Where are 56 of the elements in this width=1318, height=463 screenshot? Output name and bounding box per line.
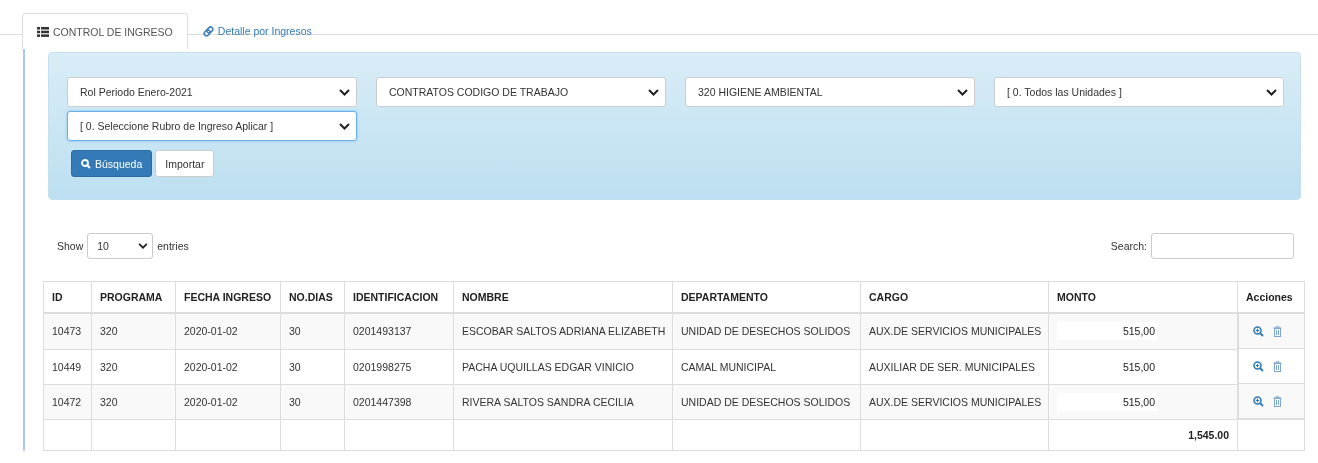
dropdown[interactable]: 320 HIGIENE AMBIENTAL [685, 77, 975, 107]
table-cell: 30 [280, 349, 345, 384]
total-amount: 1,545.00 [1048, 419, 1238, 451]
chevron-icon [339, 122, 350, 130]
dropdown[interactable]: CONTRATOS CODIGO DE TRABAJO [376, 77, 666, 107]
table-cell: 10449 [43, 349, 92, 384]
amount-field[interactable]: 515,00 [1057, 392, 1157, 411]
table-cell: AUX.DE SERVICIOS MUNICIPALES [860, 384, 1049, 420]
table-cell: UNIDAD DE DESECHOS SOLIDOS [672, 313, 861, 349]
table-cell: UNIDAD DE DESECHOS SOLIDOS [672, 384, 861, 420]
table-cell: RIVERA SALTOS SANDRA CECILIA [453, 384, 673, 420]
dropdown[interactable]: [ 0. Todos las Unidades ] [994, 77, 1284, 107]
table-cell: 2020-01-02 [175, 349, 281, 384]
search-icon [81, 158, 91, 169]
table-cell: 320 [91, 313, 176, 349]
chevron-icon [339, 88, 350, 96]
chevron-icon [957, 88, 968, 96]
link-icon [202, 25, 214, 37]
table-cell: ESCOBAR SALTOS ADRIANA ELIZABETH [453, 313, 673, 349]
dropdown[interactable]: [ 0. Seleccione Rubro de Ingreso Aplicar ] [67, 111, 357, 141]
zoom-in-icon[interactable] [1253, 360, 1264, 372]
table-cell: 10473 [43, 313, 92, 349]
import-button[interactable]: Importar [155, 150, 215, 177]
table-cell: 2020-01-02 [175, 313, 281, 349]
table-cell: 0201493137 [344, 313, 454, 349]
show-label: Show [57, 240, 84, 252]
entries-label: entries [157, 240, 189, 252]
table-cell: CAMAL MUNICIPAL [672, 349, 861, 384]
table-cell: 0201447398 [344, 384, 454, 420]
table-cell: 30 [280, 313, 345, 349]
entries-dropdown[interactable]: 10 [87, 233, 154, 259]
table-cell: 10472 [43, 384, 92, 420]
search-label: Search: [1110, 240, 1147, 252]
search-button[interactable]: Búsqueda [71, 150, 153, 177]
search-field[interactable] [1151, 233, 1294, 259]
chevron-icon [138, 243, 149, 249]
zoom-in-icon[interactable] [1253, 325, 1264, 337]
table-cell: AUXILIAR DE SER. MUNICIPALES [860, 349, 1049, 384]
table-cell: 320 [91, 384, 176, 420]
tab[interactable]: Detalle por Ingresos [187, 13, 327, 48]
table-cell: 30 [280, 384, 345, 420]
list-icon [37, 26, 49, 37]
dropdown[interactable]: Rol Periodo Enero-2021 [67, 77, 357, 107]
amount-field[interactable]: 515,00 [1057, 322, 1157, 341]
tab[interactable]: CONTROL DE INGRESO [22, 13, 188, 49]
table-cell: PACHA UQUILLAS EDGAR VINICIO [453, 349, 673, 384]
chevron-icon [1266, 88, 1277, 96]
trash-icon[interactable] [1273, 395, 1282, 407]
zoom-in-icon[interactable] [1253, 395, 1264, 407]
chevron-icon [648, 88, 659, 96]
table-cell: 0201998275 [344, 349, 454, 384]
trash-icon[interactable] [1273, 360, 1282, 372]
table-cell: AUX.DE SERVICIOS MUNICIPALES [860, 313, 1049, 349]
table-cell: 320 [91, 349, 176, 384]
trash-icon[interactable] [1273, 325, 1282, 337]
table-cell: 2020-01-02 [175, 384, 281, 420]
